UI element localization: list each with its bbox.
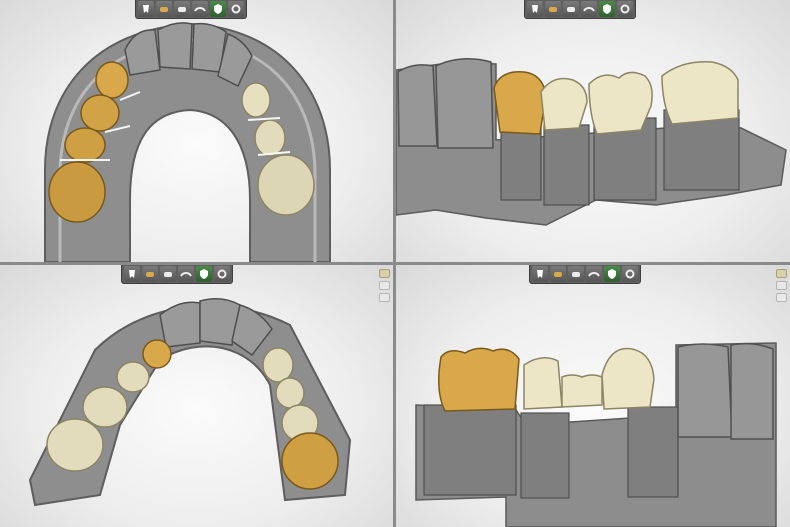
side-viewport-top[interactable] (396, 0, 790, 262)
viewport-grid (0, 0, 790, 527)
bridge-side-model-2[interactable] (396, 265, 790, 527)
bridge-side-model[interactable] (396, 0, 790, 262)
side-viewport-bottom[interactable] (396, 265, 790, 527)
occlusal-viewport-top[interactable] (0, 0, 393, 262)
dental-arch-model[interactable] (0, 0, 393, 262)
dental-arch-model-rotated[interactable] (0, 265, 393, 527)
occlusal-viewport-bottom[interactable] (0, 265, 393, 527)
